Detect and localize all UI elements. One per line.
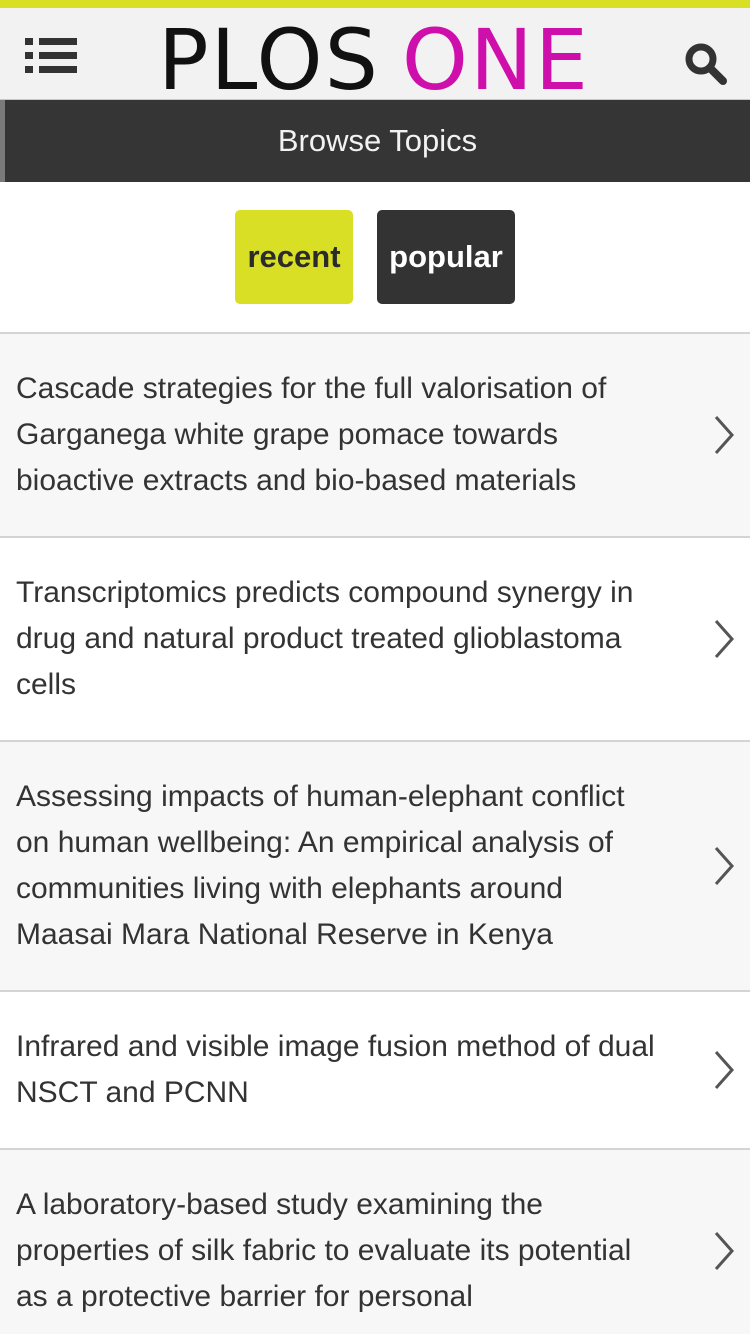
article-list-item[interactable]: Infrared and visible image fusion method… (0, 992, 750, 1150)
plos-one-logo[interactable]: PLOS ONE (158, 18, 590, 102)
article-list-item[interactable]: Assessing impacts of human-elephant conf… (0, 742, 750, 992)
logo-one-text: ONE (401, 11, 590, 109)
browse-topics-title: Browse Topics (277, 123, 478, 158)
chevron-right-icon (712, 844, 736, 888)
article-list-item[interactable]: Cascade strategies for the full valorisa… (0, 334, 750, 538)
sort-toggle: recent popular (0, 182, 750, 334)
article-title: Assessing impacts of human-elephant conf… (16, 780, 625, 951)
article-title: Transcriptomics predicts compound synerg… (16, 576, 634, 701)
search-button[interactable] (682, 40, 730, 88)
app-header: PLOS ONE (0, 8, 750, 102)
article-title: Infrared and visible image fusion method… (16, 1030, 655, 1109)
chevron-right-icon (712, 413, 736, 457)
popular-button[interactable]: popular (377, 210, 515, 304)
browse-topics-bar[interactable]: Browse Topics (0, 100, 750, 182)
article-list-item[interactable]: A laboratory-based study examining the p… (0, 1150, 750, 1334)
chevron-right-icon (712, 617, 736, 661)
article-list: Cascade strategies for the full valorisa… (0, 334, 750, 1334)
logo-plos-text: PLOS (158, 11, 380, 109)
chevron-right-icon (712, 1229, 736, 1273)
search-icon (682, 40, 730, 88)
article-title: Cascade strategies for the full valorisa… (16, 372, 607, 497)
top-accent-bar (0, 0, 750, 8)
article-title: A laboratory-based study examining the p… (16, 1188, 632, 1313)
recent-button[interactable]: recent (235, 210, 353, 304)
menu-button[interactable] (22, 34, 80, 78)
article-list-item[interactable]: Transcriptomics predicts compound synerg… (0, 538, 750, 742)
chevron-right-icon (712, 1048, 736, 1092)
list-menu-icon (22, 34, 80, 78)
